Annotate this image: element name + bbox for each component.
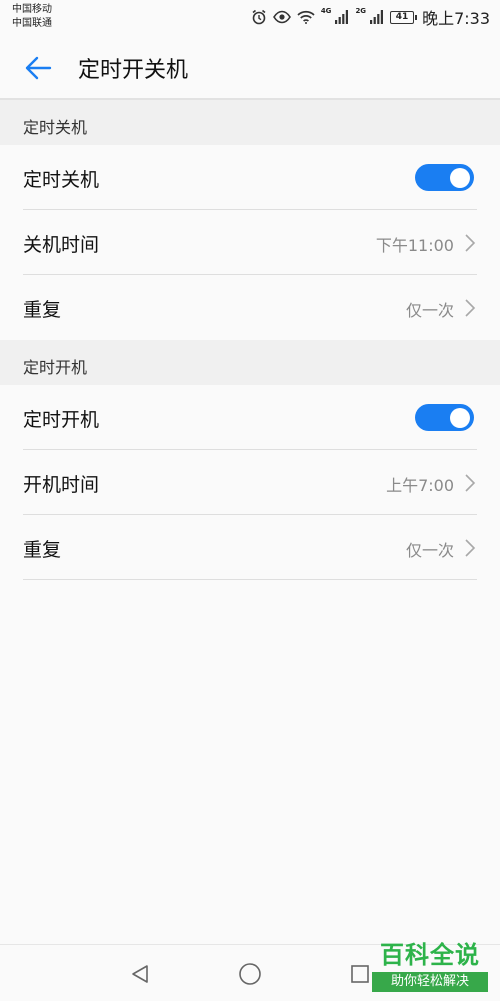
- signal-icon: [335, 10, 349, 24]
- poweron-time-row[interactable]: 开机时间 上午7:00: [0, 450, 500, 515]
- page-title: 定时开关机: [78, 58, 189, 83]
- poweron-repeat-value: 仅一次: [405, 541, 454, 560]
- watermark-logo: 百科全说 助你轻松解决: [372, 940, 488, 992]
- alarm-icon: [251, 9, 267, 25]
- chevron-right-icon: [465, 234, 476, 252]
- shutdown-toggle-switch[interactable]: [415, 164, 474, 191]
- nav-home-button[interactable]: [235, 959, 265, 989]
- row-label: 定时关机: [23, 169, 100, 191]
- back-triangle-icon: [132, 965, 148, 983]
- shutdown-time-value: 下午11:00: [375, 236, 454, 255]
- shutdown-time-row[interactable]: 关机时间 下午11:00: [0, 210, 500, 275]
- network-type-1: 4G: [320, 7, 332, 15]
- shutdown-repeat-value: 仅一次: [405, 301, 454, 320]
- home-circle-icon: [239, 963, 261, 985]
- battery-level: 41: [395, 11, 409, 22]
- row-label: 开机时间: [23, 474, 100, 496]
- back-button[interactable]: [18, 48, 58, 88]
- row-label: 定时开机: [23, 409, 100, 431]
- toggle-knob: [450, 167, 470, 188]
- nav-recents-button[interactable]: [345, 959, 375, 989]
- watermark-subtitle: 助你轻松解决: [372, 972, 488, 992]
- poweron-toggle-row[interactable]: 定时开机: [0, 385, 500, 450]
- section-header-label: 定时关机: [23, 118, 88, 137]
- poweron-toggle-switch[interactable]: [415, 404, 474, 431]
- wifi-icon: [297, 10, 315, 24]
- nav-back-button[interactable]: [125, 959, 155, 989]
- toggle-knob: [450, 407, 470, 428]
- poweron-time-value: 上午7:00: [386, 476, 454, 495]
- chevron-right-icon: [465, 299, 476, 317]
- section-header-label: 定时开机: [23, 358, 88, 377]
- watermark-title: 百科全说: [380, 941, 480, 969]
- app-bar: 定时开关机: [0, 36, 500, 100]
- row-label: 重复: [23, 539, 62, 561]
- row-label: 关机时间: [23, 234, 100, 256]
- signal-icon: [370, 10, 384, 24]
- carrier-1: 中国移动: [12, 4, 52, 15]
- divider: [23, 579, 477, 580]
- recents-square-icon: [351, 965, 369, 983]
- carrier-info: 中国移动 中国联通: [12, 3, 52, 31]
- status-icons: 4G 2G 41 晚上7:33: [251, 6, 490, 28]
- network-type-2: 2G: [355, 7, 367, 15]
- section-header-poweron: 定时开机: [0, 340, 500, 385]
- eye-comfort-icon: [272, 10, 291, 24]
- poweron-repeat-row[interactable]: 重复 仅一次: [0, 515, 500, 580]
- chevron-right-icon: [465, 539, 476, 557]
- status-bar: 中国移动 中国联通 4G 2G 41 晚上7:33: [0, 0, 500, 36]
- arrow-left-icon: [25, 56, 52, 80]
- section-header-shutdown: 定时关机: [0, 100, 500, 145]
- row-label: 重复: [23, 299, 62, 321]
- chevron-right-icon: [465, 474, 476, 492]
- shutdown-repeat-row[interactable]: 重复 仅一次: [0, 275, 500, 340]
- carrier-2: 中国联通: [12, 18, 52, 29]
- battery-icon: 41: [390, 10, 418, 24]
- status-time: 晚上7:33: [422, 9, 490, 28]
- shutdown-toggle-row[interactable]: 定时关机: [0, 145, 500, 210]
